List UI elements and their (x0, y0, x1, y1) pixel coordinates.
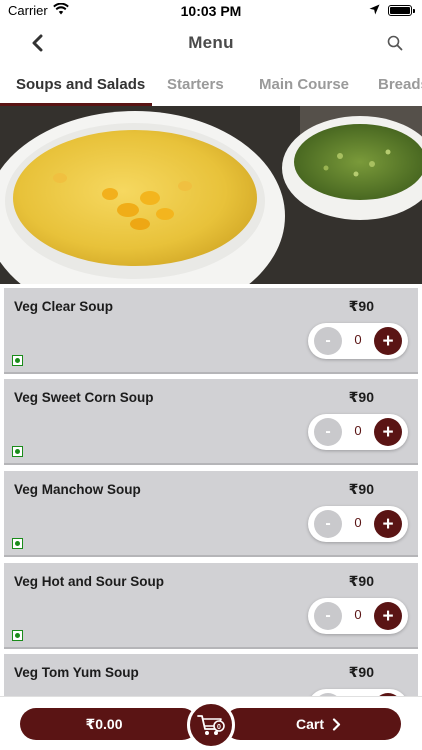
chevron-right-icon (332, 717, 341, 731)
menu-item-veg-hot-and-sour-soup[interactable]: Veg Hot and Sour Soup ₹90 - 0 + (4, 563, 418, 649)
quantity-stepper: - 0 + (308, 323, 408, 359)
decrement-button[interactable]: - (314, 327, 342, 355)
menu-item-veg-sweet-corn-soup[interactable]: Veg Sweet Corn Soup ₹90 - 0 + (4, 379, 418, 465)
cart-total: ₹0.00 (20, 708, 198, 740)
quantity-value: 0 (354, 515, 362, 530)
tab-main-course[interactable]: Main Course (259, 76, 349, 93)
increment-button[interactable]: + (374, 602, 402, 630)
item-name: Veg Sweet Corn Soup (14, 390, 154, 405)
quantity-stepper: - 0 + (308, 414, 408, 450)
veg-indicator-icon (12, 538, 23, 549)
increment-button[interactable]: + (374, 327, 402, 355)
category-tabs: Soups and Salads Starters Main Course Br… (0, 64, 422, 106)
quantity-value: 0 (354, 332, 362, 347)
item-name: Veg Clear Soup (14, 299, 114, 314)
tab-soups-and-salads[interactable]: Soups and Salads (16, 76, 145, 93)
search-button[interactable] (384, 32, 406, 54)
item-name: Veg Manchow Soup (14, 482, 141, 497)
menu-item-veg-clear-soup[interactable]: Veg Clear Soup ₹90 - 0 + (4, 288, 418, 374)
quantity-stepper: - 0 + (308, 689, 408, 696)
cart-button-label: Cart (295, 716, 324, 732)
decrement-button[interactable]: - (314, 510, 342, 538)
soup-bowls-photo (0, 106, 422, 284)
veg-indicator-icon (12, 446, 23, 457)
increment-button[interactable]: + (374, 510, 402, 538)
decrement-button[interactable]: - (314, 418, 342, 446)
quantity-stepper: - 0 + (308, 506, 408, 542)
nav-bar: Menu (0, 22, 422, 64)
battery-icon (388, 5, 415, 16)
tab-breads[interactable]: Breads (378, 76, 422, 93)
category-banner-image (0, 106, 422, 284)
menu-item-list[interactable]: Veg Clear Soup ₹90 - 0 + Veg Sweet Corn … (0, 288, 422, 696)
item-price: ₹90 (348, 481, 374, 497)
item-price: ₹90 (348, 573, 374, 589)
item-name: Veg Tom Yum Soup (14, 665, 139, 680)
search-icon (387, 35, 403, 51)
page-title: Menu (188, 33, 234, 52)
status-time: 10:03 PM (180, 3, 242, 19)
menu-item-veg-tom-yum-soup[interactable]: Veg Tom Yum Soup ₹90 - 0 + (4, 654, 418, 696)
item-price: ₹90 (348, 664, 374, 680)
decrement-button[interactable]: - (314, 602, 342, 630)
item-price: ₹90 (348, 298, 374, 314)
tab-starters[interactable]: Starters (167, 76, 224, 93)
cart-icon-button[interactable]: 0 (187, 701, 235, 749)
cart-button[interactable]: Cart (224, 708, 401, 740)
bottom-cart-bar: ₹0.00 Cart 0 (0, 696, 422, 750)
item-name: Veg Hot and Sour Soup (14, 574, 165, 589)
veg-indicator-icon (12, 355, 23, 366)
menu-item-veg-manchow-soup[interactable]: Veg Manchow Soup ₹90 - 0 + (4, 471, 418, 557)
item-price: ₹90 (348, 389, 374, 405)
shopping-cart-icon: 0 (197, 715, 225, 735)
location-arrow-icon (369, 3, 380, 18)
status-bar: Carrier 10:03 PM (0, 0, 422, 22)
cart-total-amount: ₹0.00 (85, 715, 123, 732)
svg-text:0: 0 (217, 724, 221, 731)
quantity-value: 0 (354, 423, 362, 438)
quantity-value: 0 (354, 607, 362, 622)
status-right (369, 3, 415, 18)
quantity-stepper: - 0 + (308, 598, 408, 634)
increment-button[interactable]: + (374, 418, 402, 446)
veg-indicator-icon (12, 630, 23, 641)
